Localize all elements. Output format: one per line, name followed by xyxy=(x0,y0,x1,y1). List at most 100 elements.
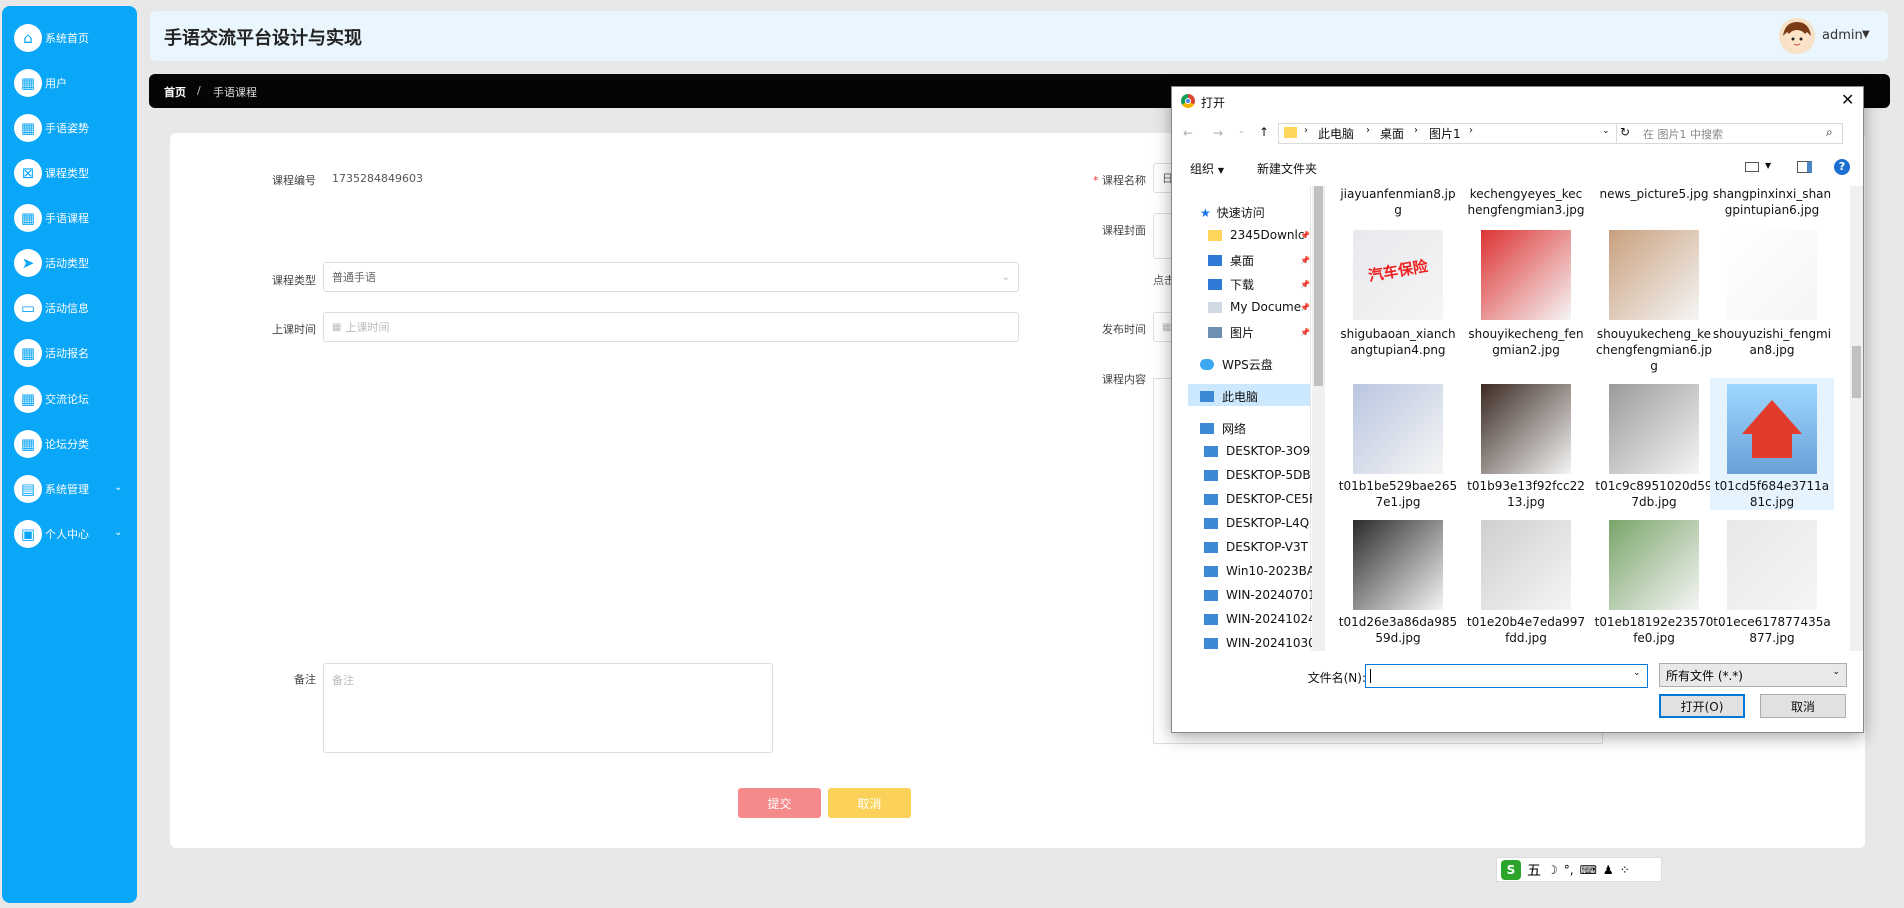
breadcrumb-home[interactable]: 首页 xyxy=(164,84,186,100)
file-thumbnail[interactable] xyxy=(1609,230,1699,320)
file-name[interactable]: news_picture5.jpg xyxy=(1594,186,1714,222)
type-select[interactable]: 普通手语 ⌄ xyxy=(323,262,1019,292)
keyboard-icon[interactable]: ⌨ xyxy=(1580,863,1597,877)
avatar[interactable] xyxy=(1779,18,1815,54)
sidebar-item-10[interactable]: ▤ 系统管理 ⌄ xyxy=(14,474,134,504)
nav-computer-item[interactable]: DESKTOP-5DB xyxy=(1204,468,1312,482)
file-name[interactable]: t01e20b4e7eda997fdd.jpg xyxy=(1466,614,1586,646)
cancel-button[interactable]: 取消 xyxy=(828,788,911,818)
nav-computer-item[interactable]: DESKTOP-CE5F xyxy=(1204,492,1312,506)
sidebar-item-11[interactable]: ▣ 个人中心 ⌄ xyxy=(14,519,134,549)
nav-quick-item[interactable]: 桌面 📌 xyxy=(1208,252,1312,269)
up-arrow-icon[interactable]: ↑ xyxy=(1259,125,1269,139)
sidebar-item-2[interactable]: ▦ 手语姿势 xyxy=(14,113,134,143)
chevron-down-icon[interactable]: ▼ xyxy=(1862,29,1870,40)
filename-input[interactable] xyxy=(1365,664,1648,688)
sidebar-item-6[interactable]: ▭ 活动信息 xyxy=(14,293,134,323)
sidebar-item-9[interactable]: ▦ 论坛分类 xyxy=(14,429,134,459)
file-name[interactable]: shangpinxinxi_shangpintupian6.jpg xyxy=(1712,186,1832,222)
moon-icon[interactable]: ☽ xyxy=(1547,863,1558,877)
sidebar-item-3[interactable]: ⊠ 课程类型 xyxy=(14,158,134,188)
file-thumbnail[interactable] xyxy=(1481,230,1571,320)
help-icon[interactable]: ? xyxy=(1834,159,1850,175)
file-type-select[interactable]: 所有文件 (*.*) ⌄ xyxy=(1659,663,1847,687)
nav-wps[interactable]: WPS云盘 xyxy=(1200,356,1312,373)
chevron-down-icon[interactable]: ⌄ xyxy=(1633,668,1641,678)
user-name[interactable]: admin xyxy=(1822,28,1863,43)
nav-computer-item[interactable]: DESKTOP-L4Q xyxy=(1204,516,1312,530)
nav-computer-item[interactable]: DESKTOP-3O9 xyxy=(1204,444,1312,458)
forward-arrow-icon[interactable]: → xyxy=(1213,126,1223,140)
user-icon[interactable]: ♟ xyxy=(1603,863,1614,877)
nav-scrollbar-thumb[interactable] xyxy=(1314,186,1323,386)
file-thumbnail[interactable] xyxy=(1353,520,1443,610)
file-thumbnail[interactable] xyxy=(1727,520,1817,610)
cover-upload[interactable] xyxy=(1153,213,1173,259)
sidebar-item-0[interactable]: ⌂ 系统首页 xyxy=(14,23,134,53)
file-name[interactable]: kechengyeyes_kechengfengmian3.jpg xyxy=(1466,186,1586,222)
file-name[interactable]: shouyikecheng_fengmian2.jpg xyxy=(1466,326,1586,358)
sidebar-item-5[interactable]: ➤ 活动类型 xyxy=(14,248,134,278)
dialog-cancel-button[interactable]: 取消 xyxy=(1760,694,1846,718)
chevron-down-icon[interactable]: ⌄ xyxy=(1602,126,1610,136)
nav-quick-item[interactable]: 图片 📌 xyxy=(1208,324,1312,341)
new-folder-button[interactable]: 新建文件夹 xyxy=(1257,160,1317,177)
file-thumbnail[interactable] xyxy=(1727,384,1817,474)
scrollbar-thumb[interactable] xyxy=(1852,346,1861,398)
view-icon[interactable] xyxy=(1745,162,1759,172)
publish-time-input[interactable]: ▦ xyxy=(1153,312,1173,342)
address-segment-desktop[interactable]: 桌面 xyxy=(1380,125,1404,142)
course-name-input[interactable]: 日 xyxy=(1153,163,1173,193)
file-name[interactable]: t01ece617877435a877.jpg xyxy=(1712,614,1832,646)
file-name[interactable]: t01eb18192e23570fe0.jpg xyxy=(1594,614,1714,646)
nav-computer-item[interactable]: WIN-20240701 xyxy=(1204,588,1312,602)
nav-quick-access[interactable]: ★ 快速访问 xyxy=(1200,204,1312,221)
sidebar-item-4[interactable]: ▦ 手语课程 xyxy=(14,203,134,233)
ime-toolbar[interactable]: S 五 ☽ °, ⌨ ♟ ⁘ xyxy=(1496,857,1662,882)
back-arrow-icon[interactable]: ← xyxy=(1183,126,1193,140)
file-name[interactable]: shouyuzishi_fengmian8.jpg xyxy=(1712,326,1832,358)
file-name[interactable]: shigubaoan_xianchangtupian4.png xyxy=(1338,326,1458,358)
sidebar-item-8[interactable]: ▦ 交流论坛 xyxy=(14,384,134,414)
file-thumbnail[interactable] xyxy=(1353,384,1443,474)
nav-quick-item[interactable]: 下载 📌 xyxy=(1208,276,1312,293)
search-icon[interactable]: ⌕ xyxy=(1826,125,1833,140)
sidebar-item-7[interactable]: ▦ 活动报名 xyxy=(14,338,134,368)
file-thumbnail[interactable] xyxy=(1609,520,1699,610)
file-name[interactable]: t01cd5f684e3711a81c.jpg xyxy=(1712,478,1832,510)
sidebar-item-1[interactable]: ▦ 用户 xyxy=(14,68,134,98)
file-thumbnail[interactable]: 汽车保险 xyxy=(1353,230,1443,320)
punctuation-icon[interactable]: °, xyxy=(1564,863,1574,877)
nav-quick-item[interactable]: My Docume 📌 xyxy=(1208,300,1312,314)
submit-button[interactable]: 提交 xyxy=(738,788,821,818)
address-segment-pc[interactable]: 此电脑 xyxy=(1318,125,1354,142)
file-name[interactable]: t01b1be529bae2657e1.jpg xyxy=(1338,478,1458,510)
nav-computer-item[interactable]: WIN-20241030 xyxy=(1204,636,1312,650)
file-name[interactable]: t01c9c8951020d597db.jpg xyxy=(1594,478,1714,510)
nav-network[interactable]: 网络 xyxy=(1200,420,1312,437)
file-name[interactable]: t01d26e3a86da98559d.jpg xyxy=(1338,614,1458,646)
file-thumbnail[interactable] xyxy=(1481,520,1571,610)
organize-button[interactable]: 组织 ▼ xyxy=(1190,160,1224,177)
file-name[interactable]: t01b93e13f92fcc2213.jpg xyxy=(1466,478,1586,510)
nav-computer-item[interactable]: DESKTOP-V3T xyxy=(1204,540,1312,554)
nav-computer-item[interactable]: WIN-20241024 xyxy=(1204,612,1312,626)
nav-quick-item[interactable]: 2345Downlc 📌 xyxy=(1208,228,1312,242)
nav-this-pc[interactable]: 此电脑 xyxy=(1200,388,1312,405)
chevron-down-icon[interactable]: ▼ xyxy=(1765,161,1771,170)
file-name[interactable]: jiayuanfenmian8.jpg xyxy=(1338,186,1458,222)
ime-mode[interactable]: 五 xyxy=(1527,860,1541,880)
file-name[interactable]: shouyukecheng_kechengfengmian6.jpg xyxy=(1594,326,1714,374)
file-thumbnail[interactable] xyxy=(1727,230,1817,320)
file-thumbnail[interactable] xyxy=(1609,384,1699,474)
preview-pane-icon[interactable] xyxy=(1797,161,1812,173)
class-time-input[interactable]: ▦ 上课时间 xyxy=(323,312,1019,342)
remark-textarea[interactable]: 备注 xyxy=(323,663,773,753)
close-icon[interactable]: ✕ xyxy=(1841,90,1854,109)
address-segment-folder[interactable]: 图片1 xyxy=(1429,125,1461,142)
recent-chevron-icon[interactable]: ⌄ xyxy=(1238,126,1245,135)
nav-computer-item[interactable]: Win10-2023BA xyxy=(1204,564,1312,578)
open-button[interactable]: 打开(O) xyxy=(1659,694,1745,718)
scrollbar[interactable] xyxy=(1850,186,1863,651)
file-thumbnail[interactable] xyxy=(1481,384,1571,474)
